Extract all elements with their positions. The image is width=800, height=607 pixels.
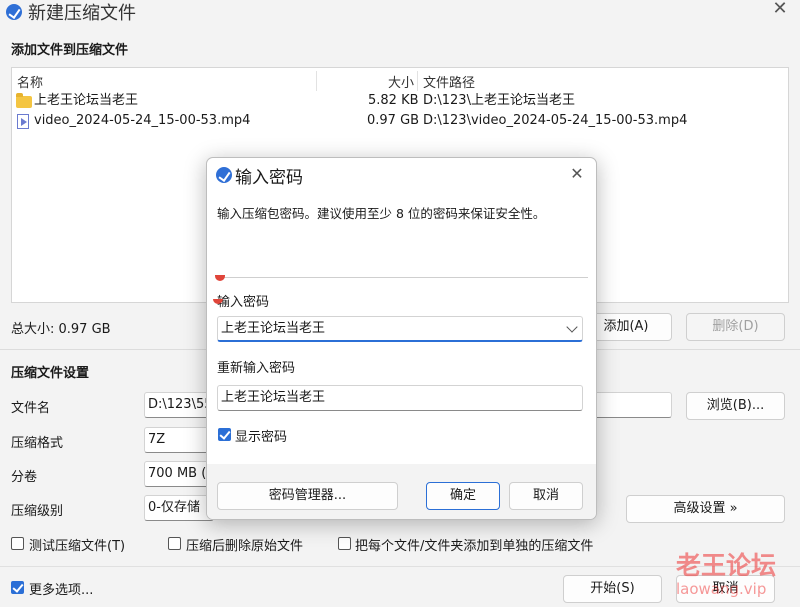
show-password-checkbox[interactable]: [218, 428, 231, 441]
dialog-description: 输入压缩包密码。建议使用至少 8 位的密码来保证安全性。: [217, 206, 546, 221]
strength-indicator-icon: [215, 275, 225, 281]
level-select[interactable]: 0-仅存储: [144, 495, 214, 521]
delete-after-label[interactable]: 压缩后删除原始文件: [186, 535, 303, 554]
table-row[interactable]: video_2024-05-24_15-00-53.mp4 0.97 GB D:…: [14, 111, 784, 131]
test-archive-checkbox[interactable]: [11, 537, 24, 550]
column-divider[interactable]: [417, 71, 418, 91]
folder-icon: [16, 93, 32, 108]
file-path: D:\123\video_2024-05-24_15-00-53.mp4: [423, 113, 688, 128]
app-logo-icon: [216, 167, 232, 183]
filename-label: 文件名: [11, 401, 51, 416]
file-size: 0.97 GB: [367, 113, 420, 128]
dialog-cancel-button[interactable]: 取消: [509, 482, 583, 510]
start-button[interactable]: 开始(S): [563, 575, 662, 603]
volume-select[interactable]: 700 MB (6: [144, 461, 214, 487]
separate-archives-label[interactable]: 把每个文件/文件夹添加到单独的压缩文件: [355, 535, 593, 554]
password-dialog: 输入密码 ✕ 输入压缩包密码。建议使用至少 8 位的密码来保证安全性。 输入密码…: [206, 157, 597, 520]
password-label: 输入密码: [217, 295, 270, 310]
video-file-icon: [17, 114, 29, 129]
title-bar: 新建压缩文件 ✕: [0, 0, 800, 32]
watermark-url: laowang.vip: [676, 580, 767, 598]
reenter-password-label: 重新输入密码: [217, 361, 296, 376]
ok-button[interactable]: 确定: [426, 482, 500, 510]
advanced-settings-button[interactable]: 高级设置 »: [626, 495, 785, 523]
column-header-path[interactable]: 文件路径: [423, 72, 475, 91]
settings-section-title: 压缩文件设置: [11, 366, 90, 381]
watermark-text: 老王论坛: [676, 551, 777, 580]
format-select[interactable]: 7Z: [144, 427, 214, 453]
table-row[interactable]: 上老王论坛当老王 5.82 KB D:\123\上老王论坛当老王: [14, 91, 784, 111]
delete-after-checkbox[interactable]: [168, 537, 181, 550]
column-divider[interactable]: [316, 71, 317, 91]
dialog-footer: 密码管理器... 确定 取消: [207, 464, 596, 519]
close-window-icon[interactable]: ✕: [770, 0, 790, 19]
app-logo-icon: [6, 4, 22, 20]
test-archive-label[interactable]: 测试压缩文件(T): [29, 535, 125, 554]
window-title: 新建压缩文件: [28, 3, 136, 24]
column-header-size[interactable]: 大小: [388, 72, 414, 91]
more-options-checkbox[interactable]: [11, 581, 24, 594]
browse-button[interactable]: 浏览(B)...: [686, 392, 785, 420]
file-name: video_2024-05-24_15-00-53.mp4: [34, 113, 251, 128]
dialog-title: 输入密码: [235, 168, 303, 188]
column-header-name[interactable]: 名称: [17, 72, 43, 91]
level-label: 压缩级别: [11, 504, 64, 519]
reenter-password-input[interactable]: 上老王论坛当老王: [217, 385, 583, 411]
file-name: 上老王论坛当老王: [34, 93, 139, 108]
total-size: 总大小: 0.97 GB: [11, 322, 111, 337]
file-size: 5.82 KB: [368, 93, 419, 108]
more-options-label[interactable]: 更多选项...: [29, 579, 93, 598]
volume-label: 分卷: [11, 470, 38, 485]
delete-button[interactable]: 删除(D): [686, 313, 785, 341]
separate-archives-checkbox[interactable]: [338, 537, 351, 550]
show-password-label[interactable]: 显示密码: [235, 426, 287, 445]
password-input[interactable]: 上老王论坛当老王: [217, 316, 583, 342]
file-path: D:\123\上老王论坛当老王: [423, 93, 575, 108]
password-strength-bar: [218, 277, 588, 278]
add-files-section-title: 添加文件到压缩文件: [11, 43, 129, 58]
dialog-close-icon[interactable]: ✕: [567, 164, 587, 184]
format-label: 压缩格式: [11, 436, 64, 451]
password-manager-button[interactable]: 密码管理器...: [217, 482, 398, 510]
